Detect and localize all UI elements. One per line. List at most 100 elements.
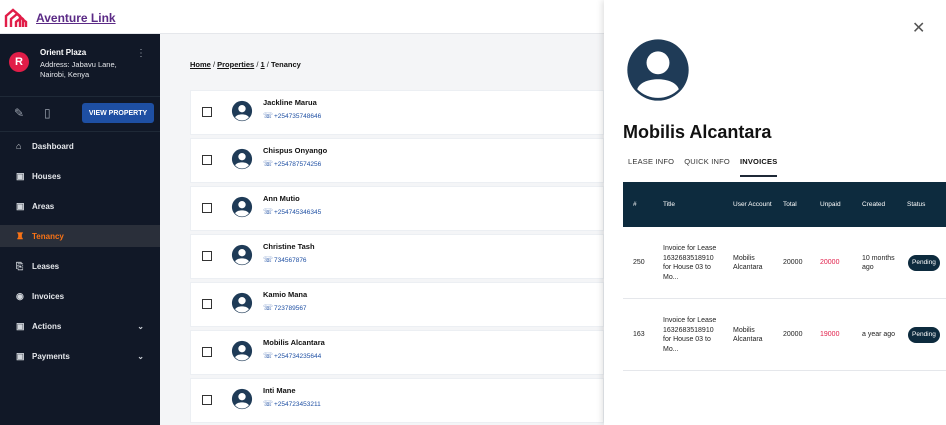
phone-icon: ☏ (263, 303, 274, 312)
tenant-row[interactable]: Mobilis Alcantara ☏+254734235644 (190, 330, 604, 375)
org-avatar: R (9, 52, 29, 72)
column-header: Unpaid (820, 200, 841, 208)
tenant-name: Mobilis Alcantara (263, 338, 325, 347)
phone-icon: ☏ (263, 255, 274, 264)
sidebar-item-label: Tenancy (32, 231, 64, 241)
tenant-row[interactable]: Ann Mutio ☏+254745346345 (190, 186, 604, 231)
tenant-row[interactable]: Christine Tash ☏734567876 (190, 234, 604, 279)
chevron-down-icon: ⌄ (137, 321, 144, 331)
tenant-phone-number: 723789567 (274, 305, 307, 312)
tenant-checkbox[interactable] (202, 347, 212, 357)
sidebar-item-label: Actions (32, 321, 62, 331)
status-badge: Pending (908, 255, 940, 271)
tenant-detail-panel: ✕ Mobilis Alcantara LEASE INFO QUICK INF… (604, 0, 946, 425)
tenant-name: Kamio Mana (263, 290, 308, 299)
sidebar-item-dashboard[interactable]: ⌂ Dashboard (0, 135, 160, 157)
tenant-phone: ☏+254723453211 (263, 399, 321, 408)
app-logo[interactable]: Aventure Link (4, 7, 116, 29)
column-header: Title (663, 200, 676, 208)
invoice-unpaid: 20000 (820, 259, 840, 267)
breadcrumb-properties[interactable]: Properties (217, 60, 254, 69)
tenant-phone-number: +254735748646 (274, 113, 322, 120)
user-avatar-icon (231, 388, 253, 410)
tenant-phone-number: +254734235644 (274, 353, 322, 360)
sidebar-item-label: Leases (32, 261, 60, 271)
invoice-title: Invoice for Lease 1632683518910 for Hous… (663, 317, 717, 353)
tenant-row[interactable]: Inti Mane ☏+254723453211 (190, 378, 604, 423)
tenant-checkbox[interactable] (202, 107, 212, 117)
invoice-account: Mobilis Alcantara (733, 254, 763, 272)
column-header: User Account (733, 200, 772, 208)
tenant-checkbox[interactable] (202, 299, 212, 309)
app-title[interactable]: Aventure Link (36, 11, 116, 25)
phone-icon: ☏ (263, 399, 274, 408)
breadcrumb-separator: / (256, 60, 259, 69)
column-header: Created (862, 200, 886, 208)
user-avatar-icon (231, 292, 253, 314)
phone-icon: ☏ (263, 207, 274, 216)
tenant-checkbox[interactable] (202, 155, 212, 165)
sidebar-item-tenancy[interactable]: ♜ Tenancy (0, 225, 160, 247)
sidebar-item-houses[interactable]: ▣ Houses (0, 165, 160, 187)
sidebar-item-label: Houses (32, 171, 61, 181)
invoice-total: 20000 (783, 259, 803, 267)
user-avatar-icon (231, 148, 253, 170)
tenant-phone: ☏+254734235644 (263, 351, 321, 360)
invoice-total: 20000 (783, 331, 803, 339)
sidebar-item-actions[interactable]: ▣ Actions ⌄ (0, 315, 160, 337)
image-icon: ▣ (16, 320, 25, 331)
sidebar-item-areas[interactable]: ▣ Areas (0, 195, 160, 217)
org-name: Orient Plaza (40, 48, 87, 57)
home-icon: ⌂ (16, 141, 22, 151)
user-avatar-icon (231, 244, 253, 266)
invoice-table-header: # Title User Account Total Unpaid Create… (623, 182, 946, 227)
breadcrumb-separator: / (266, 60, 269, 69)
sidebar-item-payments[interactable]: ▣ Payments ⌄ (0, 345, 160, 367)
breadcrumb-current: Tenancy (270, 60, 301, 69)
map-icon[interactable]: ▯ (44, 106, 51, 120)
edit-icon[interactable]: ✎ (14, 106, 24, 120)
tenant-phone-number: +254787574256 (274, 161, 322, 168)
tenant-checkbox[interactable] (202, 251, 212, 261)
tab-quick-info[interactable]: QUICK INFO (684, 157, 730, 177)
image-icon: ▣ (16, 350, 25, 361)
sidebar-item-leases[interactable]: ⎘ Leases (0, 255, 160, 277)
phone-icon: ☏ (263, 111, 274, 120)
invoice-title: Invoice for Lease 1632683518910 for Hous… (663, 245, 717, 281)
tenant-row[interactable]: Jackline Marua ☏+254735748646 (190, 90, 604, 135)
tenant-name: Chispus Onyango (263, 146, 328, 155)
tab-invoices[interactable]: INVOICES (739, 157, 778, 177)
image-icon: ▣ (16, 200, 25, 211)
user-avatar-icon (231, 196, 253, 218)
invoice-row[interactable]: 163 Invoice for Lease 1632683518910 for … (623, 299, 946, 371)
org-card: R Orient Plaza Address: Jabavu Lane, Nai… (8, 46, 152, 96)
tenant-name: Christine Tash (263, 242, 315, 251)
tab-lease-info[interactable]: LEASE INFO (628, 157, 674, 177)
breadcrumb-home[interactable]: Home (190, 60, 211, 69)
tenant-row[interactable]: Chispus Onyango ☏+254787574256 (190, 138, 604, 183)
tenant-checkbox[interactable] (202, 395, 212, 405)
phone-icon: ☏ (263, 159, 274, 168)
column-header: Status (907, 200, 926, 208)
close-icon[interactable]: ✕ (912, 18, 925, 38)
kebab-menu-icon[interactable]: ⋮ (136, 48, 146, 59)
tenant-row[interactable]: Kamio Mana ☏723789567 (190, 282, 604, 327)
tenant-name: Ann Mutio (263, 194, 300, 203)
user-avatar-icon (231, 340, 253, 362)
breadcrumb-property-id[interactable]: 1 (261, 60, 265, 69)
dollar-icon: ◉ (16, 290, 24, 301)
status-badge-cell: Pending (908, 227, 940, 299)
tenant-phone-number: 734567876 (274, 257, 307, 264)
tenant-checkbox[interactable] (202, 203, 212, 213)
invoice-id: 163 (633, 331, 645, 339)
sidebar-item-invoices[interactable]: ◉ Invoices (0, 285, 160, 307)
status-badge: Pending (908, 327, 940, 343)
logo-icon (4, 8, 28, 27)
invoice-row[interactable]: 250 Invoice for Lease 1632683518910 for … (623, 227, 946, 299)
chevron-down-icon: ⌄ (137, 351, 144, 361)
tenant-name: Jackline Marua (263, 98, 317, 107)
view-property-button[interactable]: VIEW PROPERTY (82, 103, 154, 123)
tenant-phone: ☏+254745346345 (263, 207, 321, 216)
tenant-phone: ☏734567876 (263, 255, 307, 264)
image-icon: ▣ (16, 170, 25, 181)
